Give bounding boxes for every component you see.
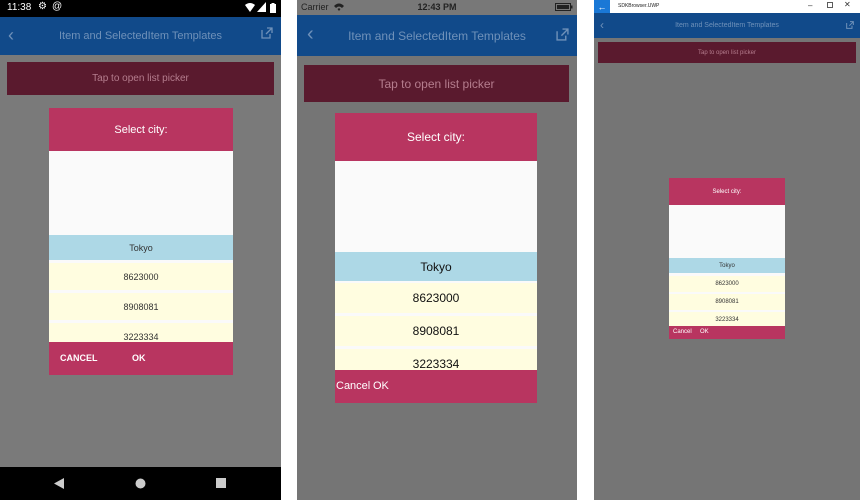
android-panel: 11:38 ⚙ @ ‹ Item and SelectedItem Templa… (0, 0, 281, 500)
list-item[interactable]: 3223334 (49, 323, 233, 342)
list-picker-dialog: Select city: Tokyo 8623000 8908081 32233… (49, 108, 233, 375)
gear-icon: ⚙ (38, 1, 47, 12)
window-title: SDKBrowser.UWP (618, 3, 660, 9)
back-icon[interactable]: ‹ (8, 25, 14, 46)
back-icon[interactable]: ‹ (307, 23, 314, 46)
open-list-picker-button[interactable]: Tap to open list picker (598, 42, 856, 63)
page-title: Item and SelectedItem Templates (58, 30, 223, 42)
dialog-footer: CANCEL OK (49, 342, 233, 375)
ios-panel: Carrier 12:43 PM ‹ Item and SelectedItem… (297, 0, 577, 500)
ok-button[interactable]: OK (700, 329, 709, 335)
open-list-picker-button[interactable]: Tap to open list picker (304, 65, 569, 102)
wifi-icon (245, 2, 255, 12)
open-list-picker-label: Tap to open list picker (697, 49, 757, 56)
page-title: Item and SelectedItem Templates (348, 28, 526, 43)
list-item[interactable]: Tokyo (49, 235, 233, 260)
cancel-button[interactable]: Cancel (673, 329, 692, 335)
dialog-title: Select city: (712, 188, 742, 195)
back-icon[interactable]: ‹ (600, 18, 604, 32)
external-link-icon[interactable] (556, 28, 569, 41)
list-picker-dialog: Select city: Tokyo 8623000 8908081 32233… (335, 113, 537, 403)
list-item[interactable]: 8908081 (335, 316, 537, 346)
cancel-button[interactable]: CANCEL (60, 353, 98, 363)
open-list-picker-label: Tap to open list picker (378, 76, 495, 91)
list-item[interactable]: 8908081 (669, 294, 785, 310)
dialog-header: Select city: (669, 178, 785, 205)
open-list-picker-button[interactable]: Tap to open list picker (7, 62, 274, 95)
maximize-icon[interactable] (827, 2, 833, 8)
at-icon: @ (52, 1, 63, 12)
open-list-picker-label: Tap to open list picker (92, 73, 189, 84)
android-nav-bar: ‹ Item and SelectedItem Templates (0, 17, 281, 55)
battery-icon (270, 3, 276, 13)
external-link-icon[interactable] (846, 21, 854, 29)
list-picker-dialog: Select city: Tokyo 8623000 8908081 32233… (669, 178, 785, 339)
android-status-bar: 11:38 ⚙ @ (0, 0, 281, 17)
dialog-title: Select city: (406, 130, 466, 144)
dialog-header: Select city: (49, 108, 233, 151)
external-link-icon[interactable] (261, 27, 273, 39)
minimize-icon[interactable]: – (808, 1, 812, 10)
status-time: 11:38 (7, 2, 32, 13)
back-triangle-icon[interactable] (54, 478, 64, 489)
recents-square-icon[interactable] (216, 478, 226, 488)
ios-time: 12:43 PM (417, 2, 457, 12)
city-list[interactable]: Tokyo 8623000 8908081 3223334 (335, 161, 537, 370)
ok-button[interactable]: OK (132, 353, 146, 363)
signal-icon (257, 2, 266, 12)
list-item[interactable]: 3223334 (335, 349, 537, 370)
home-circle-icon[interactable] (135, 478, 146, 489)
city-list[interactable]: Tokyo 8623000 8908081 3223334 (669, 205, 785, 326)
city-list[interactable]: Tokyo 8623000 8908081 3223334 (49, 151, 233, 342)
dialog-footer: Cancel OK (669, 326, 785, 339)
ios-status-bar: Carrier 12:43 PM (297, 0, 577, 15)
cancel-button[interactable]: Cancel (336, 380, 370, 392)
close-icon[interactable]: ✕ (844, 0, 851, 9)
list-item[interactable]: 8623000 (669, 276, 785, 292)
battery-icon (555, 3, 573, 11)
list-item[interactable]: Tokyo (669, 258, 785, 273)
ios-nav-bar: ‹ Item and SelectedItem Templates (297, 15, 577, 56)
uwp-back-icon[interactable]: ← (594, 0, 610, 13)
uwp-panel: ← SDKBrowser.UWP – ✕ ‹ Item and Selected… (594, 0, 860, 500)
list-item[interactable]: 3223334 (669, 312, 785, 326)
list-item[interactable]: 8623000 (49, 263, 233, 290)
uwp-window-titlebar: ← SDKBrowser.UWP – ✕ (594, 0, 860, 13)
dialog-header: Select city: (335, 113, 537, 161)
list-item[interactable]: Tokyo (335, 252, 537, 281)
dialog-title: Select city: (114, 123, 168, 136)
dialog-footer: Cancel OK (335, 370, 537, 403)
android-system-nav (0, 467, 281, 500)
list-item[interactable]: 8623000 (335, 283, 537, 313)
uwp-nav-bar: ‹ Item and SelectedItem Templates (594, 13, 860, 38)
page-title: Item and SelectedItem Templates (675, 22, 779, 29)
list-item[interactable]: 8908081 (49, 293, 233, 320)
ok-button[interactable]: OK (373, 380, 389, 392)
